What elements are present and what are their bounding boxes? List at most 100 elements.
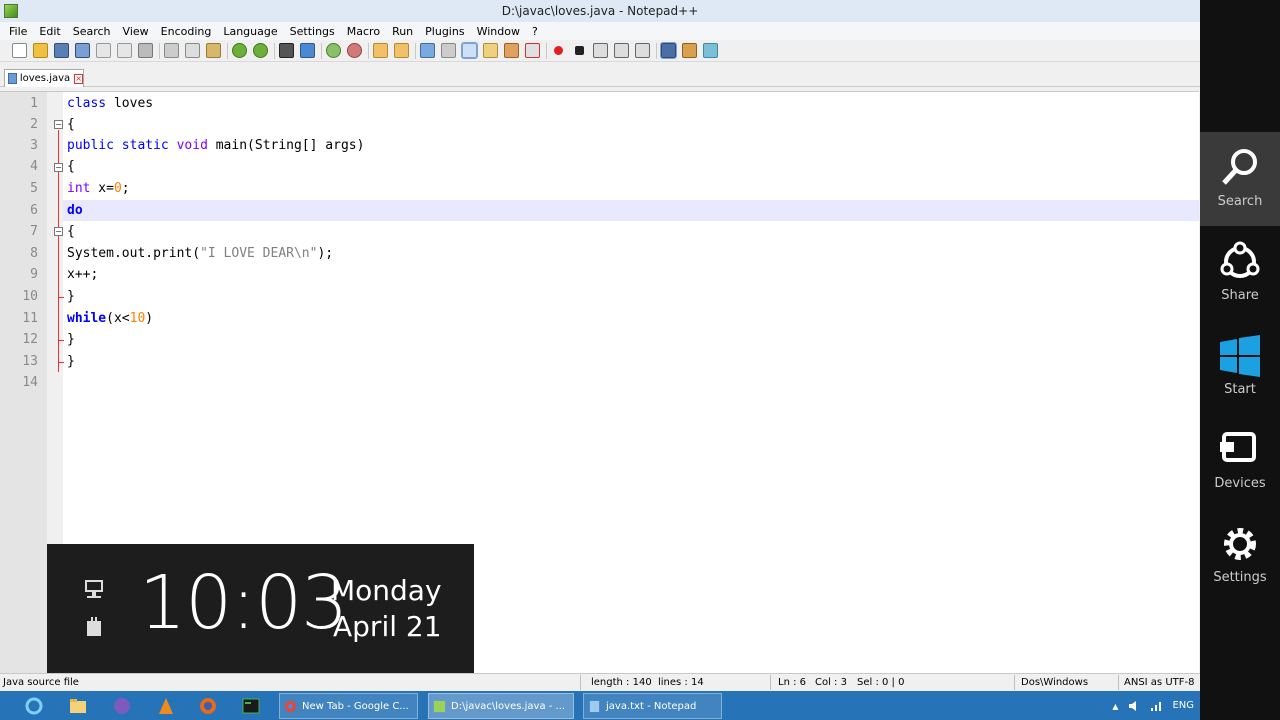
toolbar-separator bbox=[415, 42, 416, 59]
firefox-icon[interactable] bbox=[194, 695, 222, 717]
tab-loves-java[interactable]: loves.java × bbox=[4, 69, 84, 87]
plugin2-icon[interactable] bbox=[703, 43, 718, 58]
title-bar: D:\javac\loves.java - Notepad++ bbox=[0, 0, 1200, 22]
spell-check-icon[interactable] bbox=[660, 42, 677, 59]
fold-collapse-icon[interactable]: − bbox=[54, 163, 63, 172]
keyword: static bbox=[121, 138, 169, 153]
terminal-icon[interactable] bbox=[237, 695, 265, 717]
sync-vertical-icon[interactable] bbox=[373, 43, 388, 58]
ie-icon[interactable] bbox=[20, 695, 48, 717]
charm-label: Devices bbox=[1214, 476, 1266, 491]
line-number: 10 bbox=[22, 289, 38, 304]
sync-horizontal-icon[interactable] bbox=[394, 43, 409, 58]
charm-settings[interactable]: Settings bbox=[1200, 508, 1280, 602]
line-number: 5 bbox=[30, 181, 38, 196]
print-icon[interactable] bbox=[138, 43, 153, 58]
menu-view[interactable]: View bbox=[117, 25, 155, 38]
wifi-icon[interactable] bbox=[1150, 700, 1164, 712]
code-line-11: while(x<10) bbox=[67, 308, 1197, 329]
document-map-icon[interactable] bbox=[504, 43, 519, 58]
fold-collapse-icon[interactable]: − bbox=[54, 120, 63, 129]
clock-time: 10:03 bbox=[139, 560, 348, 646]
code-text: ; bbox=[121, 181, 130, 196]
network-icon bbox=[85, 580, 103, 598]
play-macro-icon[interactable] bbox=[593, 43, 608, 58]
fold-collapse-icon[interactable]: − bbox=[54, 227, 63, 236]
save-macro-icon[interactable] bbox=[635, 43, 650, 58]
new-file-icon[interactable] bbox=[12, 43, 27, 58]
charm-search[interactable]: Search bbox=[1200, 132, 1280, 226]
cut-icon[interactable] bbox=[164, 43, 179, 58]
save-icon[interactable] bbox=[54, 43, 69, 58]
close-all-icon[interactable] bbox=[117, 43, 132, 58]
file-explorer-icon[interactable] bbox=[64, 695, 92, 717]
menu-bar: File Edit Search View Encoding Language … bbox=[0, 22, 1200, 40]
charm-start[interactable]: Start bbox=[1200, 320, 1280, 414]
search-icon bbox=[1222, 149, 1257, 185]
task-chrome[interactable]: New Tab - Google C... bbox=[279, 693, 418, 719]
indent-guide-icon[interactable] bbox=[461, 42, 478, 59]
status-selection: Sel : 0 | 0 bbox=[857, 677, 905, 688]
task-notepad[interactable]: java.txt - Notepad bbox=[583, 693, 722, 719]
status-bar: Java source file length : 140 lines : 14… bbox=[0, 673, 1200, 691]
copy-icon[interactable] bbox=[185, 43, 200, 58]
vlc-icon[interactable] bbox=[152, 695, 180, 717]
redo-icon[interactable] bbox=[253, 43, 268, 58]
menu-file[interactable]: File bbox=[3, 25, 33, 38]
paste-icon[interactable] bbox=[206, 43, 221, 58]
menu-help[interactable]: ? bbox=[526, 25, 544, 38]
menu-language[interactable]: Language bbox=[217, 25, 283, 38]
task-notepadpp[interactable]: D:\javac\loves.java - ... bbox=[428, 693, 574, 719]
close-icon[interactable]: × bbox=[74, 73, 83, 84]
input-language-indicator[interactable]: ENG bbox=[1172, 700, 1194, 711]
code-line-7: { bbox=[67, 221, 1197, 242]
toolbar-separator bbox=[274, 42, 275, 59]
code-line-12: } bbox=[67, 329, 1197, 350]
line-number: 13 bbox=[22, 354, 38, 369]
zoom-in-icon[interactable] bbox=[326, 43, 341, 58]
run-macro-multiple-icon[interactable] bbox=[614, 43, 629, 58]
replace-icon[interactable] bbox=[300, 43, 315, 58]
code-line-10: } bbox=[67, 286, 1197, 307]
menu-encoding[interactable]: Encoding bbox=[155, 25, 218, 38]
clock-date: April 21 bbox=[333, 610, 442, 643]
plugin-icon[interactable] bbox=[682, 43, 697, 58]
volume-icon[interactable] bbox=[1128, 700, 1142, 712]
menu-plugins[interactable]: Plugins bbox=[419, 25, 470, 38]
record-macro-icon[interactable] bbox=[554, 46, 563, 55]
status-lines: lines : 14 bbox=[658, 677, 704, 688]
charm-devices[interactable]: Devices bbox=[1200, 414, 1280, 508]
tab-bar: loves.java × bbox=[0, 63, 1200, 87]
zoom-out-icon[interactable] bbox=[347, 43, 362, 58]
undo-icon[interactable] bbox=[232, 43, 247, 58]
status-encoding[interactable]: ANSI as UTF-8 bbox=[1124, 677, 1194, 688]
show-hidden-icons[interactable]: ▴ bbox=[1112, 699, 1118, 713]
keyword: while bbox=[67, 311, 107, 326]
menu-run[interactable]: Run bbox=[386, 25, 419, 38]
viber-icon[interactable] bbox=[108, 695, 136, 717]
menu-window[interactable]: Window bbox=[471, 25, 526, 38]
task-label: New Tab - Google C... bbox=[302, 700, 409, 712]
line-number: 12 bbox=[22, 332, 38, 347]
charm-share[interactable]: Share bbox=[1200, 226, 1280, 320]
menu-search[interactable]: Search bbox=[67, 25, 117, 38]
find-icon[interactable] bbox=[279, 43, 294, 58]
status-column: Col : 3 bbox=[815, 677, 847, 688]
status-eol-format[interactable]: Dos\Windows bbox=[1021, 677, 1088, 688]
save-all-icon[interactable] bbox=[75, 43, 90, 58]
word-wrap-icon[interactable] bbox=[420, 43, 435, 58]
status-separator bbox=[1014, 675, 1015, 690]
user-defined-lang-icon[interactable] bbox=[483, 43, 498, 58]
menu-settings[interactable]: Settings bbox=[284, 25, 341, 38]
function-list-icon[interactable] bbox=[525, 43, 540, 58]
stop-macro-icon[interactable] bbox=[575, 46, 584, 55]
taskbar: New Tab - Google C... D:\javac\loves.jav… bbox=[0, 691, 1200, 720]
keyword: public bbox=[67, 138, 114, 153]
line-number: 2 bbox=[30, 117, 38, 132]
close-file-icon[interactable] bbox=[96, 43, 111, 58]
open-file-icon[interactable] bbox=[33, 43, 48, 58]
menu-macro[interactable]: Macro bbox=[341, 25, 386, 38]
show-all-chars-icon[interactable] bbox=[441, 43, 456, 58]
menu-edit[interactable]: Edit bbox=[33, 25, 66, 38]
